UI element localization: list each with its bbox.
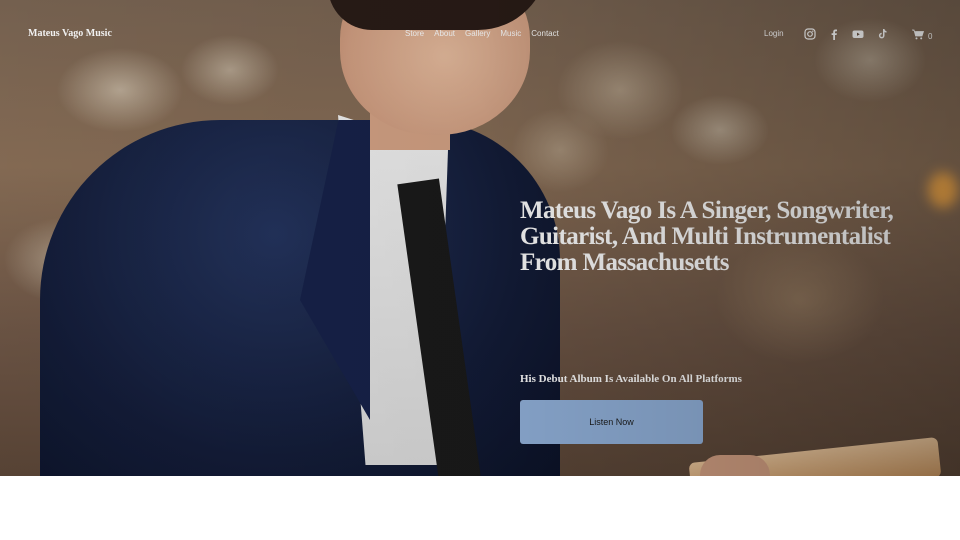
nav-about[interactable]: About <box>434 29 455 38</box>
hero-section: Mateus Vago Music Store About Gallery Mu… <box>0 0 960 476</box>
cart-icon <box>912 27 925 45</box>
site-title[interactable]: Mateus Vago Music <box>28 28 112 39</box>
nav-gallery[interactable]: Gallery <box>465 29 490 38</box>
main-nav: Store About Gallery Music Contact <box>405 29 559 38</box>
login-link[interactable]: Login <box>764 29 784 38</box>
social-links <box>804 27 888 40</box>
cart-button[interactable]: 0 <box>912 27 932 45</box>
hero-subline: His Debut Album Is Available On All Plat… <box>520 373 742 385</box>
listen-now-button[interactable]: Listen Now <box>520 400 703 444</box>
instagram-icon[interactable] <box>804 27 816 40</box>
tiktok-icon[interactable] <box>876 27 888 39</box>
hero-photo <box>0 0 600 476</box>
hero-headline: Mateus Vago Is A Singer, Songwriter, Gui… <box>520 197 894 276</box>
nav-contact[interactable]: Contact <box>531 29 559 38</box>
cart-count: 0 <box>928 31 933 41</box>
youtube-icon[interactable] <box>852 27 864 39</box>
nav-music[interactable]: Music <box>500 29 521 38</box>
hand <box>700 455 770 476</box>
nav-store[interactable]: Store <box>405 29 424 38</box>
facebook-icon[interactable] <box>828 27 840 40</box>
